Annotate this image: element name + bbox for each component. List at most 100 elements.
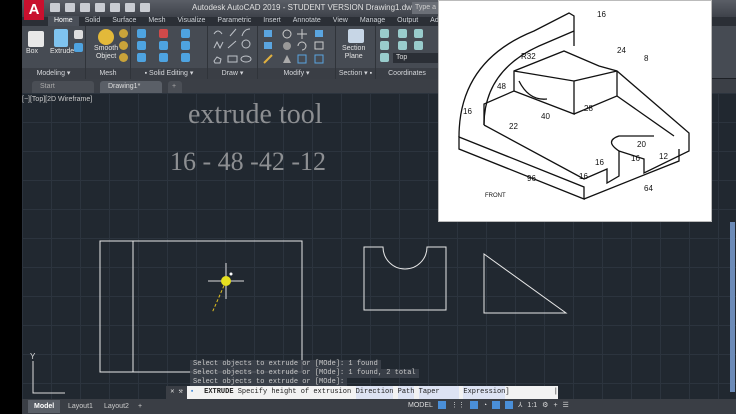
ucs-icon[interactable] xyxy=(398,41,407,50)
close-wrench-icon[interactable]: ✕ ⚒ xyxy=(166,386,188,399)
ribbon-tab-annotate[interactable]: Annotate xyxy=(287,16,327,26)
ribbon-tab-surface[interactable]: Surface xyxy=(106,16,142,26)
ribbon-tabs: Home Solid Surface Mesh Visualize Parametric I… xyxy=(48,16,481,26)
add-layout-button[interactable]: + xyxy=(132,400,148,413)
label: Smooth xyxy=(94,45,119,52)
ribbon-tab-parametric[interactable]: Parametric xyxy=(211,16,257,26)
command-name: EXTRUDE xyxy=(204,388,234,396)
draw-tools-icon[interactable] xyxy=(208,26,258,68)
mesh-icon[interactable] xyxy=(119,41,128,50)
save-as-icon[interactable] xyxy=(95,3,105,12)
snap-icon[interactable]: ⋮⋮ xyxy=(451,401,465,409)
vertical-scrollbar[interactable] xyxy=(730,222,735,392)
ucs-icon[interactable] xyxy=(380,53,389,62)
annotation-icon[interactable]: ⅄ xyxy=(518,401,522,409)
section-plane-icon[interactable] xyxy=(348,29,364,43)
box-icon[interactable] xyxy=(28,31,44,47)
scale-select[interactable]: 1:1 xyxy=(527,402,537,409)
option-taper-angle[interactable]: Taper angle xyxy=(418,386,460,409)
panel-section: Section Plane Section ▾ ▪ xyxy=(336,26,376,79)
autocad-logo[interactable]: A xyxy=(24,0,44,20)
view-select[interactable]: Top xyxy=(393,53,438,63)
ribbon-tab-insert[interactable]: Insert xyxy=(257,16,287,26)
hamburger-icon[interactable]: ☰ xyxy=(563,401,569,409)
tab-model[interactable]: Model xyxy=(28,400,61,413)
command-default: ] <15.0000>: xyxy=(505,388,547,409)
subtract-icon[interactable] xyxy=(159,29,168,38)
thicken-icon[interactable] xyxy=(159,41,168,50)
tab-layout2[interactable]: Layout2 xyxy=(98,400,135,413)
section-plane-button[interactable]: Section Plane xyxy=(342,45,365,61)
intersect-icon[interactable] xyxy=(181,29,190,38)
new-icon[interactable] xyxy=(50,3,60,12)
panel-label[interactable]: Draw ▾ xyxy=(208,68,257,79)
ucs-icon[interactable] xyxy=(380,41,389,50)
panel-label[interactable]: Coordinates xyxy=(376,68,438,79)
offset-edges-icon[interactable] xyxy=(159,53,168,62)
gear-icon[interactable]: ⚙ xyxy=(542,401,548,409)
label: Object xyxy=(95,53,117,60)
smooth-object-button[interactable]: Smooth Object xyxy=(94,45,118,61)
tab-drawing1[interactable]: Drawing1* xyxy=(100,81,162,93)
extrude-button[interactable]: Extrude xyxy=(50,48,74,55)
dim-label: 12 xyxy=(659,152,668,161)
open-icon[interactable] xyxy=(65,3,75,12)
extract-icon[interactable] xyxy=(181,41,190,50)
presspull-icon[interactable] xyxy=(74,30,83,39)
model-space-button[interactable]: MODEL xyxy=(408,402,433,409)
ribbon-tab-manage[interactable]: Manage xyxy=(354,16,391,26)
ucs-icon[interactable] xyxy=(380,29,389,38)
separate-icon[interactable] xyxy=(181,53,190,62)
ucs-icon[interactable] xyxy=(398,29,407,38)
save-icon[interactable] xyxy=(80,3,90,12)
option-expression[interactable]: Expression xyxy=(463,386,506,399)
redo-icon[interactable] xyxy=(140,3,150,12)
tab-layout1[interactable]: Layout1 xyxy=(62,400,99,413)
modify-tools-icon[interactable] xyxy=(258,26,336,68)
ortho-icon[interactable] xyxy=(469,401,478,409)
ucs-icon[interactable] xyxy=(414,41,423,50)
ribbon-tab-output[interactable]: Output xyxy=(391,16,424,26)
tab-start[interactable]: Start xyxy=(32,81,94,93)
smooth-object-icon[interactable] xyxy=(98,29,114,45)
isometric-drawing: 16 R32 24 8 48 28 40 16 22 20 12 16 16 1… xyxy=(458,10,690,200)
panel-solid-editing: ▪ Solid Editing ▾ xyxy=(131,26,208,79)
polar-icon[interactable]: ◔ xyxy=(483,402,487,409)
isodraft-icon[interactable] xyxy=(492,401,501,409)
solid-icon[interactable] xyxy=(74,43,83,52)
command-history-line: Select objects to extrude or [MOde]: 1 f… xyxy=(190,369,419,378)
panel-label[interactable]: Mesh xyxy=(86,68,130,79)
ucs-icon xyxy=(32,361,65,394)
dim-label: 16 xyxy=(597,10,606,19)
box-button[interactable]: Box xyxy=(26,48,38,55)
option-direction[interactable]: Direction xyxy=(355,386,394,399)
ucs-icon[interactable] xyxy=(414,29,423,38)
ribbon-tab-view[interactable]: View xyxy=(327,16,354,26)
dim-label: 16 xyxy=(631,154,640,163)
mesh-icon[interactable] xyxy=(119,29,128,38)
print-icon[interactable] xyxy=(110,3,120,12)
union-icon[interactable] xyxy=(137,29,146,38)
panel-label[interactable]: ▪ Solid Editing ▾ xyxy=(131,68,207,79)
panel-label[interactable]: Section ▾ ▪ xyxy=(336,68,375,79)
slice-icon[interactable] xyxy=(137,41,146,50)
panel-label[interactable]: Modeling ▾ xyxy=(22,68,85,79)
command-line[interactable]: ✕ ⚒ ▪ ▾ EXTRUDE Specify height of extrus… xyxy=(166,386,558,409)
new-tab-button[interactable]: + xyxy=(168,81,182,93)
label: Plane xyxy=(344,53,363,60)
undo-icon[interactable] xyxy=(125,3,135,12)
plus-icon[interactable]: + xyxy=(553,402,557,409)
ribbon-tab-visualize[interactable]: Visualize xyxy=(172,16,212,26)
ribbon-tab-solid[interactable]: Solid xyxy=(79,16,107,26)
option-path[interactable]: Path xyxy=(397,386,415,399)
imprint-icon[interactable] xyxy=(137,53,146,62)
ribbon-tab-home[interactable]: Home xyxy=(48,16,79,26)
panel-label[interactable]: Modify ▾ xyxy=(258,68,335,79)
extrude-icon[interactable] xyxy=(54,29,68,47)
grid-icon[interactable] xyxy=(437,401,446,409)
mesh-icon[interactable] xyxy=(119,53,128,62)
ribbon-tab-mesh[interactable]: Mesh xyxy=(142,16,171,26)
osnap-icon[interactable] xyxy=(505,401,514,409)
command-history-line: Select objects to extrude or [MOde]: 1 f… xyxy=(190,360,381,369)
dim-label: R32 xyxy=(521,52,536,61)
